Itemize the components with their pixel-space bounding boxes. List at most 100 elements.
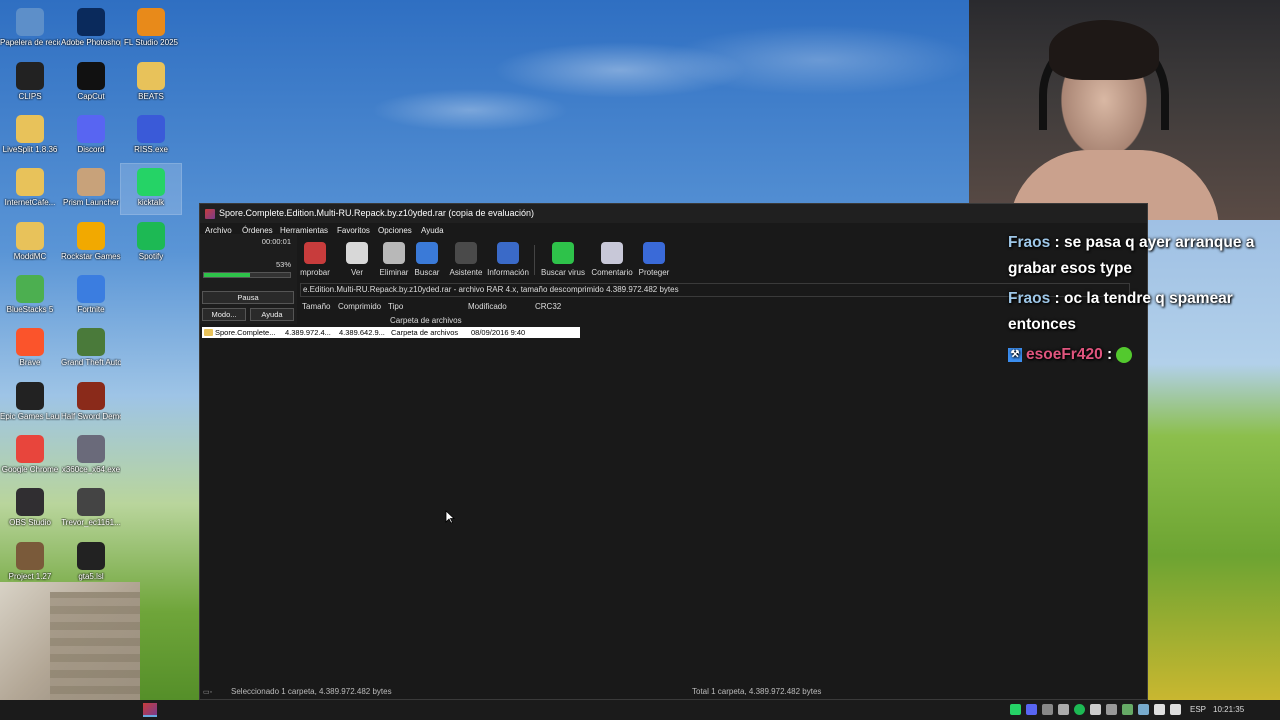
- app-tray-icon[interactable]: [1138, 704, 1149, 715]
- toolbar-button[interactable]: Asistente: [448, 239, 484, 283]
- col-crc32[interactable]: CRC32: [535, 302, 561, 311]
- col-modified[interactable]: Modificado: [468, 302, 507, 311]
- desktop-icon[interactable]: InternetCafe...: [0, 164, 60, 214]
- desktop-icon[interactable]: kicktalk: [120, 163, 182, 215]
- desktop-icon[interactable]: BlueStacks 5: [0, 271, 60, 321]
- progress-bar: [203, 272, 291, 278]
- desktop-icon[interactable]: Half Sword Demo: [61, 378, 121, 428]
- desktop-icon[interactable]: FL Studio 2025: [121, 4, 181, 54]
- pause-button[interactable]: Pausa: [202, 291, 294, 304]
- rockstar-icon: [77, 222, 105, 250]
- parent-folder-row[interactable]: Carpeta de archivos: [300, 315, 680, 327]
- chrome-icon: [16, 435, 44, 463]
- prism-launcher-icon: [77, 168, 105, 196]
- epic-games-icon: [16, 382, 44, 410]
- app-tray-icon[interactable]: [1106, 704, 1117, 715]
- desktop-icon-label: Discord: [77, 145, 105, 154]
- desktop-icon-label: Papelera de reciclaje: [0, 38, 60, 47]
- status-drive-icon: ▭◦: [203, 689, 213, 696]
- chat-message: Fraos : se pasa q ayer arranque a grabar…: [1008, 230, 1278, 282]
- toolbar-button[interactable]: Eliminar: [376, 239, 412, 283]
- desktop-icon[interactable]: Grand Theft Auto V Legacy: [61, 324, 121, 374]
- folder-icon: [16, 115, 44, 143]
- desktop-icon[interactable]: Fortnite: [61, 271, 121, 321]
- app-tray-icon[interactable]: [1122, 704, 1133, 715]
- desktop-icon[interactable]: CapCut: [61, 58, 121, 108]
- bluestacks-icon: [16, 275, 44, 303]
- desktop-icon[interactable]: Google Chrome: [0, 431, 60, 481]
- toolbar-button[interactable]: Información: [486, 239, 530, 283]
- app-tray-icon[interactable]: [1042, 704, 1053, 715]
- desktop-icon-label: Rockstar Games Launcher: [61, 252, 121, 261]
- desktop-icon[interactable]: Brave: [0, 324, 60, 374]
- file-icon: [77, 542, 105, 570]
- toolbar-button[interactable]: Buscar virus: [540, 239, 586, 283]
- col-packed[interactable]: Comprimido: [338, 302, 381, 311]
- toolbar-button[interactable]: Buscar: [412, 239, 442, 283]
- desktop-icon-label: Trevor_ec1161...: [61, 518, 121, 527]
- menu-ayuda[interactable]: Ayuda: [421, 226, 444, 235]
- desktop-icon[interactable]: Papelera de reciclaje: [0, 4, 60, 54]
- address-bar[interactable]: e.Edition.Multi-RU.Repack.by.z10yded.rar…: [300, 283, 1130, 297]
- desktop-icon[interactable]: Adobe Photoshop 2026: [61, 4, 121, 54]
- toolbar: mprobar Ver Eliminar Buscar Asistente Informa…: [300, 239, 800, 283]
- desktop-icon[interactable]: LiveSplit 1.8.36: [0, 111, 60, 161]
- desktop-icon[interactable]: Trevor_ec1161...: [61, 484, 121, 534]
- desktop-icon-label: Adobe Photoshop 2026: [61, 38, 121, 47]
- desktop-icon[interactable]: x360ce_x64.exe: [61, 431, 121, 481]
- brave-icon: [16, 328, 44, 356]
- desktop-icon[interactable]: RISS.exe: [121, 111, 181, 161]
- discord-icon: [77, 115, 105, 143]
- folder-icon: [16, 62, 44, 90]
- mode-button[interactable]: Modo...: [202, 308, 246, 321]
- kick-tray-icon[interactable]: [1010, 704, 1021, 715]
- volume-tray-icon[interactable]: [1170, 704, 1181, 715]
- desktop-icon[interactable]: Project 1.27: [0, 538, 60, 588]
- davinci-icon: [77, 488, 105, 516]
- help-button[interactable]: Ayuda: [250, 308, 294, 321]
- winrar-taskbar-icon[interactable]: [143, 703, 157, 717]
- desktop-icon-label: ModdMC: [13, 252, 47, 261]
- taskbar: ESP 10:21:35: [0, 700, 1280, 720]
- toolbar-button[interactable]: mprobar: [300, 239, 330, 283]
- desktop-icon[interactable]: BEATS: [121, 58, 181, 108]
- menu-opciones[interactable]: Opciones: [378, 226, 412, 235]
- desktop-icon[interactable]: OBS Studio: [0, 484, 60, 534]
- taskbar-clock[interactable]: 10:21:35: [1213, 705, 1244, 714]
- desktop-icon[interactable]: ModdMC: [0, 218, 60, 268]
- project-icon: [16, 542, 44, 570]
- desktop-icon-label: InternetCafe...: [4, 198, 56, 207]
- desktop-icon[interactable]: Epic Games Launcher: [0, 378, 60, 428]
- chat-text: :: [1102, 346, 1117, 363]
- desktop-icon-label: OBS Studio: [9, 518, 51, 527]
- table-row[interactable]: Spore.Complete... 4.389.972.4... 4.389.6…: [202, 327, 580, 338]
- desktop-icon-label: CapCut: [77, 92, 105, 101]
- discord-tray-icon[interactable]: [1026, 704, 1037, 715]
- app-tray-icon[interactable]: [1058, 704, 1069, 715]
- network-tray-icon[interactable]: [1154, 704, 1165, 715]
- toolbar-button[interactable]: Comentario: [590, 239, 634, 283]
- toolbar-button[interactable]: Proteger: [636, 239, 672, 283]
- delete-icon: [383, 242, 405, 264]
- desktop-icon[interactable]: Prism Launcher: [61, 164, 121, 214]
- emote-icon: [1116, 346, 1133, 363]
- col-type[interactable]: Tipo: [388, 302, 403, 311]
- half-sword-icon: [77, 382, 105, 410]
- desktop-icon-label: BEATS: [138, 92, 164, 101]
- window-titlebar[interactable]: Spore.Complete.Edition.Multi-RU.Repack.b…: [200, 204, 1147, 223]
- desktop-icon[interactable]: CLIPS: [0, 58, 60, 108]
- spotify-tray-icon[interactable]: [1074, 704, 1085, 715]
- toolbar-button[interactable]: Ver: [342, 239, 372, 283]
- progress-percent: 53%: [275, 260, 291, 269]
- menu-favoritos[interactable]: Favoritos: [337, 226, 370, 235]
- desktop-icon-label: Brave: [19, 358, 41, 367]
- language-indicator[interactable]: ESP: [1190, 705, 1206, 714]
- desktop-icon[interactable]: Discord: [61, 111, 121, 161]
- winrar-window: Spore.Complete.Edition.Multi-RU.Repack.b…: [199, 203, 1148, 700]
- microphone-tray-icon[interactable]: [1090, 704, 1101, 715]
- col-size[interactable]: Tamaño: [302, 302, 330, 311]
- desktop-icon[interactable]: Rockstar Games Launcher: [61, 218, 121, 268]
- desktop-icon[interactable]: Spotify: [121, 218, 181, 268]
- desktop-icon[interactable]: gta5.lsl: [61, 538, 121, 588]
- row-modified: 08/09/2016 9:40: [471, 328, 526, 337]
